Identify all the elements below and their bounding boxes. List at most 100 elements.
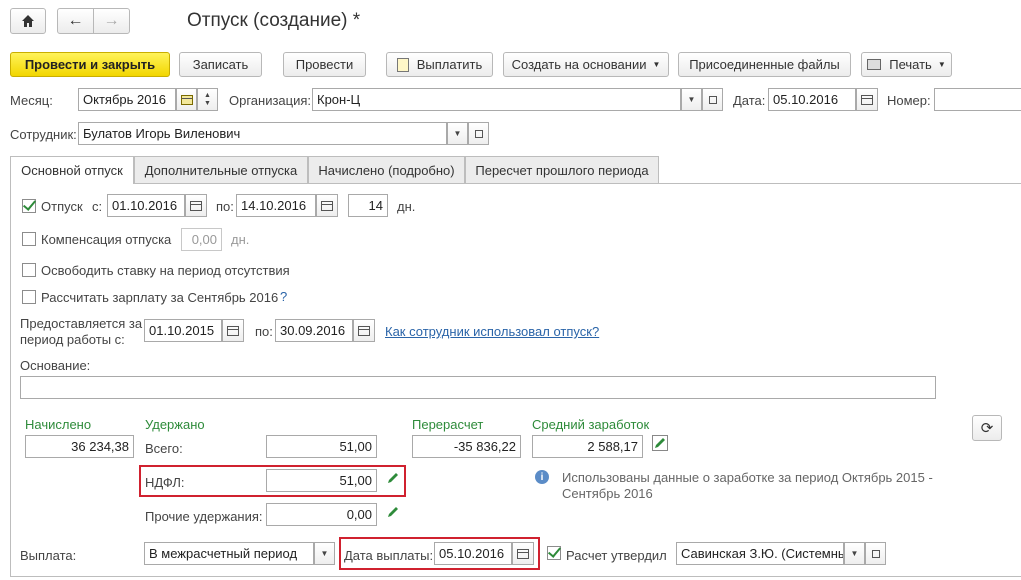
vacation-from-calendar-button[interactable]	[185, 194, 207, 217]
ndfl-label: НДФЛ:	[145, 475, 185, 490]
vacation-checkbox[interactable]	[22, 199, 36, 213]
payment-date-field[interactable]: 05.10.2016	[434, 542, 512, 565]
tab-additional-vacations[interactable]: Дополнительные отпуска	[134, 156, 308, 183]
employee-dropdown-button[interactable]: ▼	[447, 122, 468, 145]
create-based-button[interactable]: Создать на основании ▼	[503, 52, 669, 77]
save-button[interactable]: Записать	[179, 52, 262, 77]
calendar-icon	[190, 200, 202, 211]
calendar-icon	[517, 548, 529, 559]
work-period-to-field[interactable]: 30.09.2016	[275, 319, 353, 342]
payment-type-dropdown-button[interactable]: ▼	[314, 542, 335, 565]
approved-by-field[interactable]: Савинская З.Ю. (Системны	[676, 542, 844, 565]
organization-field[interactable]: Крон-Ц	[312, 88, 681, 111]
number-field[interactable]	[934, 88, 1021, 111]
dropdown-arrow-icon: ▼	[652, 60, 661, 69]
dropdown-arrow-icon: ▼	[687, 95, 696, 104]
avg-earnings-edit-icon[interactable]	[652, 435, 668, 451]
work-period-from-field[interactable]: 01.10.2015	[144, 319, 222, 342]
tab-recalculation[interactable]: Пересчет прошлого периода	[465, 156, 659, 183]
attached-files-button[interactable]: Присоединенные файлы	[678, 52, 851, 77]
organization-dropdown-button[interactable]: ▼	[681, 88, 702, 111]
other-withholdings-field[interactable]: 0,00	[266, 503, 377, 526]
release-rate-label: Освободить ставку на период отсутствия	[41, 263, 290, 278]
month-spinner[interactable]: ▲ ▼	[197, 88, 218, 111]
vacation-to-label: по:	[216, 199, 234, 214]
calendar-icon	[180, 94, 193, 105]
payment-type-field[interactable]: В межрасчетный период	[144, 542, 314, 565]
forward-button[interactable]: →	[93, 8, 130, 34]
month-field[interactable]: Октябрь 2016	[78, 88, 176, 111]
dropdown-arrow-icon: ▼	[850, 549, 859, 558]
release-rate-checkbox[interactable]	[22, 263, 36, 277]
calc-salary-label: Рассчитать зарплату за Сентябрь 2016	[41, 290, 279, 305]
accrued-field[interactable]: 36 234,38	[25, 435, 134, 458]
total-withheld-field[interactable]: 51,00	[266, 435, 377, 458]
basis-field[interactable]	[20, 376, 936, 399]
arrow-right-icon: →	[103, 12, 120, 29]
date-label: Дата:	[733, 93, 766, 108]
open-icon	[708, 95, 717, 104]
vacation-label: Отпуск	[41, 199, 83, 214]
compensation-days-unit: дн.	[231, 232, 250, 247]
page-title: Отпуск (создание) *	[187, 10, 361, 31]
refresh-icon: ⟳	[980, 420, 994, 437]
post-button[interactable]: Провести	[283, 52, 366, 77]
calendar-icon	[321, 200, 333, 211]
info-text-line2: Сентябрь 2016	[562, 486, 653, 501]
ndfl-edit-icon[interactable]	[386, 471, 400, 485]
other-withholdings-label: Прочие удержания:	[145, 509, 263, 524]
approved-checkbox[interactable]	[547, 546, 561, 560]
tab-main-vacation[interactable]: Основной отпуск	[10, 156, 134, 184]
vacation-from-field[interactable]: 01.10.2016	[107, 194, 185, 217]
dropdown-arrow-icon: ▼	[937, 60, 946, 69]
avg-earnings-field[interactable]: 2 588,17	[532, 435, 643, 458]
calendar-icon	[227, 325, 239, 336]
calc-salary-checkbox[interactable]	[22, 290, 36, 304]
employee-open-button[interactable]	[468, 122, 489, 145]
post-and-close-button[interactable]: Провести и закрыть	[10, 52, 170, 77]
vacation-usage-link[interactable]: Как сотрудник использовал отпуск?	[385, 324, 599, 339]
pay-button[interactable]: Выплатить	[386, 52, 493, 77]
help-link[interactable]: ?	[280, 289, 287, 304]
compensation-days-field[interactable]: 0,00	[181, 228, 222, 251]
vacation-from-label: с:	[92, 199, 103, 214]
total-withheld-label: Всего:	[145, 441, 183, 456]
organization-open-button[interactable]	[702, 88, 723, 111]
open-icon	[474, 129, 483, 138]
tab-accrued-detailed[interactable]: Начислено (подробно)	[308, 156, 465, 183]
payment-date-calendar-button[interactable]	[512, 542, 534, 565]
info-icon: i	[535, 470, 549, 484]
ndfl-field[interactable]: 51,00	[266, 469, 377, 492]
vacation-days-field[interactable]: 14	[348, 194, 388, 217]
employee-field[interactable]: Булатов Игорь Виленович	[78, 122, 447, 145]
date-calendar-button[interactable]	[856, 88, 878, 111]
recalc-label: Перерасчет	[412, 417, 484, 432]
refresh-button[interactable]: ⟳	[972, 415, 1002, 441]
info-text-line1: Использованы данные о заработке за перио…	[562, 470, 933, 485]
vacation-days-unit: дн.	[397, 199, 416, 214]
withheld-label: Удержано	[145, 417, 205, 432]
dropdown-arrow-icon: ▼	[453, 129, 462, 138]
approved-label: Расчет утвердил	[566, 548, 667, 563]
vacation-to-field[interactable]: 14.10.2016	[236, 194, 316, 217]
work-period-from-calendar-button[interactable]	[222, 319, 244, 342]
month-calendar-button[interactable]	[176, 88, 197, 111]
work-period-label-line2: период работы с:	[20, 332, 125, 347]
dropdown-arrow-icon: ▼	[320, 549, 329, 558]
vacation-to-calendar-button[interactable]	[316, 194, 338, 217]
accrued-label: Начислено	[25, 417, 92, 432]
arrow-left-icon: ←	[67, 12, 84, 29]
compensation-checkbox[interactable]	[22, 232, 36, 246]
home-button[interactable]	[10, 8, 46, 34]
other-withholdings-edit-icon[interactable]	[386, 505, 400, 519]
work-period-to-calendar-button[interactable]	[353, 319, 375, 342]
calendar-icon	[861, 94, 873, 105]
approved-by-dropdown-button[interactable]: ▼	[844, 542, 865, 565]
approved-by-open-button[interactable]	[865, 542, 886, 565]
open-icon	[871, 549, 880, 558]
print-button[interactable]: Печать ▼	[861, 52, 952, 77]
recalc-field[interactable]: -35 836,22	[412, 435, 521, 458]
spin-up-icon: ▲	[204, 91, 211, 99]
back-button[interactable]: ←	[57, 8, 94, 34]
date-field[interactable]: 05.10.2016	[768, 88, 856, 111]
